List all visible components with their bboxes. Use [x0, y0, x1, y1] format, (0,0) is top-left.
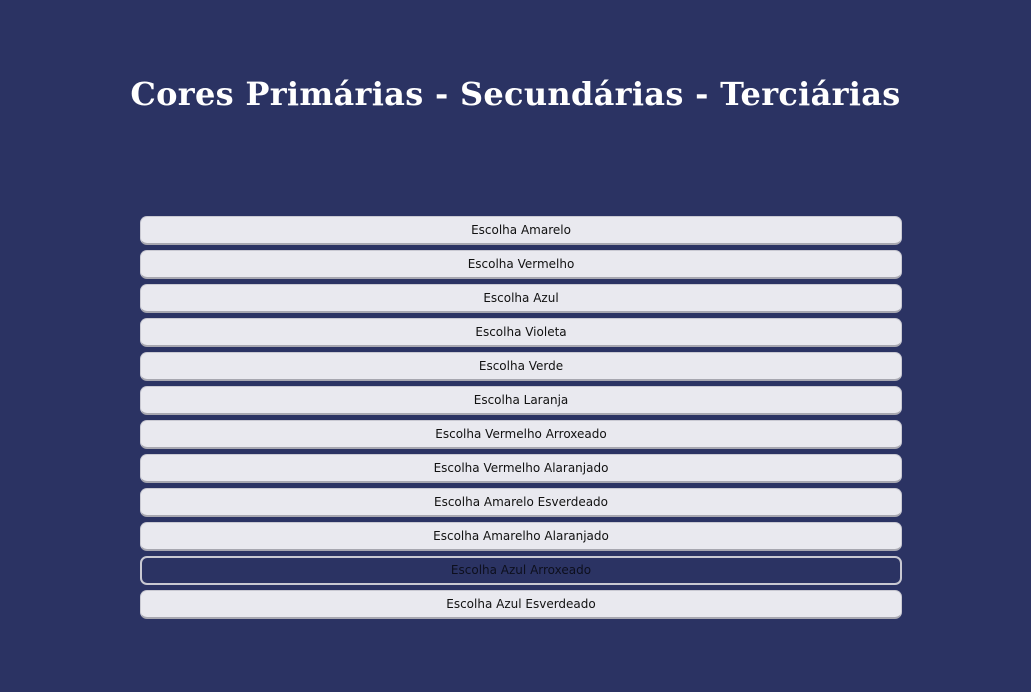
choose-orange-button[interactable]: Escolha Laranja	[140, 386, 902, 415]
page-title: Cores Primárias - Secundárias - Terciári…	[130, 75, 901, 113]
choose-red-button[interactable]: Escolha Vermelho	[140, 250, 902, 279]
choose-yellow-button[interactable]: Escolha Amarelo	[140, 216, 902, 245]
choose-green-button[interactable]: Escolha Verde	[140, 352, 902, 381]
choose-blue-green-button[interactable]: Escolha Azul Esverdeado	[140, 590, 902, 619]
choose-violet-button[interactable]: Escolha Violeta	[140, 318, 902, 347]
choose-red-violet-button[interactable]: Escolha Vermelho Arroxeado	[140, 420, 902, 449]
choose-yellow-orange-button[interactable]: Escolha Amarelho Alaranjado	[140, 522, 902, 551]
color-choice-list: Escolha Amarelo Escolha Vermelho Escolha…	[140, 216, 902, 619]
choose-blue-button[interactable]: Escolha Azul	[140, 284, 902, 313]
choose-blue-violet-button[interactable]: Escolha Azul Arroxeado	[140, 556, 902, 585]
choose-red-orange-button[interactable]: Escolha Vermelho Alaranjado	[140, 454, 902, 483]
choose-yellow-green-button[interactable]: Escolha Amarelo Esverdeado	[140, 488, 902, 517]
